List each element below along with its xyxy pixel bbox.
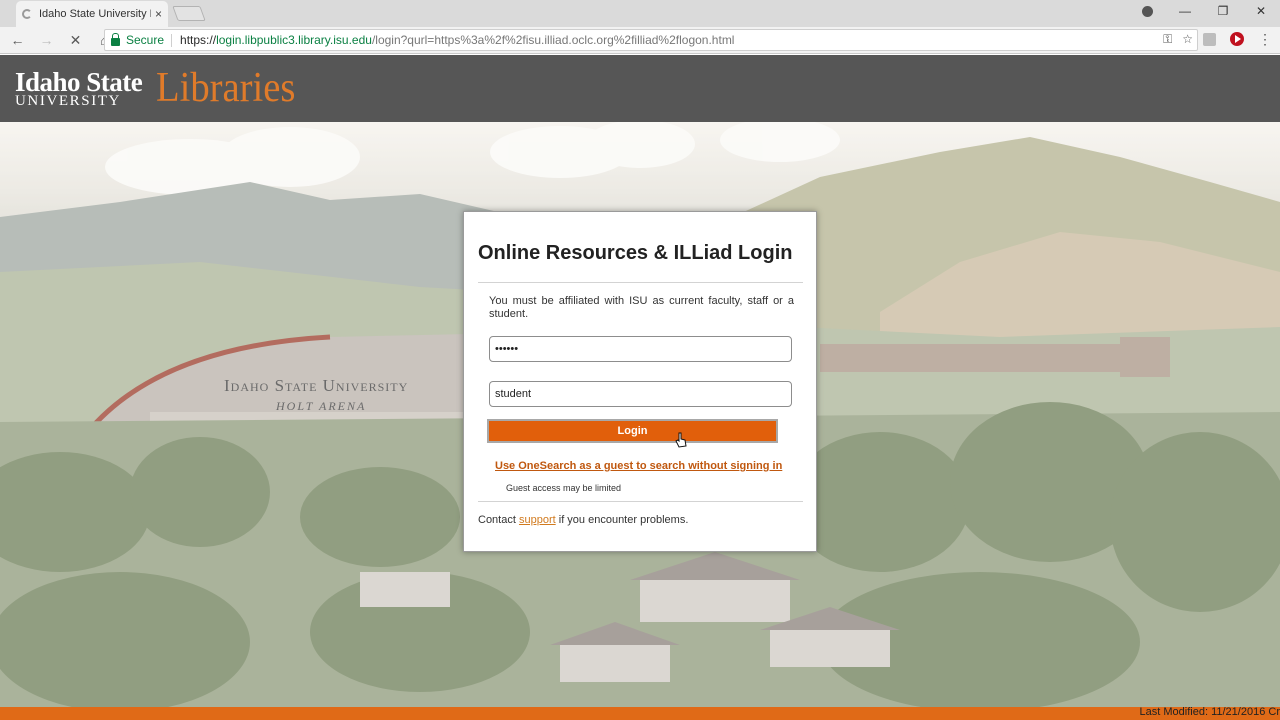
hand-cursor-icon xyxy=(675,432,687,448)
lock-icon xyxy=(111,32,120,46)
stop-loading-button[interactable]: ✕ xyxy=(64,32,87,49)
footer-divider xyxy=(478,501,803,502)
profile-button[interactable] xyxy=(1128,5,1166,17)
url-scheme: https:// xyxy=(180,33,217,47)
last-modified-text: Last Modified: 11/21/2016 Cr xyxy=(1139,706,1280,718)
arena-sign-title: Idaho State University xyxy=(224,376,409,395)
affiliation-notice: You must be affiliated with ISU as curre… xyxy=(489,295,794,320)
bookmark-star-icon[interactable]: ☆ xyxy=(1182,32,1193,47)
isu-libraries-logo[interactable]: Idaho State UNIVERSITY Libraries xyxy=(15,67,308,109)
new-tab-button[interactable] xyxy=(172,6,206,21)
browser-tab[interactable]: Idaho State University Lib × xyxy=(16,1,168,27)
libraries-wordmark: Libraries xyxy=(156,65,296,111)
contact-text: Contact support if you encounter problem… xyxy=(478,514,688,526)
video-extension-icon[interactable] xyxy=(1230,32,1244,46)
username-field[interactable]: student xyxy=(489,381,792,407)
username-value: student xyxy=(495,388,532,400)
site-header: Idaho State UNIVERSITY Libraries xyxy=(0,55,1280,122)
address-bar[interactable]: Secure https://login.libpublic3.library.… xyxy=(104,29,1198,51)
browser-toolbar: ← → ✕ ⌂ Secure https://login.libpublic3.… xyxy=(0,27,1280,54)
close-window-button[interactable]: ✕ xyxy=(1242,4,1280,18)
isu-wordmark: Idaho State UNIVERSITY xyxy=(15,67,143,109)
support-link[interactable]: support xyxy=(519,514,556,526)
loading-spinner-icon xyxy=(22,9,32,19)
browser-tab-strip: Idaho State University Lib × — ❐ ✕ xyxy=(0,0,1280,27)
back-button[interactable]: ← xyxy=(6,32,29,48)
login-title: Online Resources & ILLiad Login xyxy=(478,242,793,264)
guest-access-note: Guest access may be limited xyxy=(506,483,622,493)
forward-button[interactable]: → xyxy=(35,32,58,48)
login-panel: Online Resources & ILLiad Login You must… xyxy=(463,211,817,552)
arena-sign-subtitle: HOLT ARENA xyxy=(276,399,367,413)
contact-suffix: if you encounter problems. xyxy=(558,514,689,526)
key-icon[interactable]: ⚿ xyxy=(1163,32,1172,47)
profile-icon xyxy=(1141,5,1153,17)
browser-menu-icon[interactable]: ⋮ xyxy=(1258,32,1272,46)
tab-title: Idaho State University Lib xyxy=(39,8,151,20)
title-divider xyxy=(478,282,803,283)
url-text[interactable]: https://login.libpublic3.library.isu.edu… xyxy=(180,33,734,47)
extension-area: ⋮ xyxy=(1203,32,1272,46)
login-button[interactable]: Login xyxy=(487,419,778,443)
url-host: login.libpublic3.library.isu.edu xyxy=(216,33,372,47)
footer-bar xyxy=(0,707,1280,720)
secure-label: Secure xyxy=(126,33,165,47)
omnibox-actions: ⚿ ☆ xyxy=(1163,32,1193,47)
password-value: •••••• xyxy=(495,343,519,355)
minimize-button[interactable]: — xyxy=(1166,4,1204,18)
password-field[interactable]: •••••• xyxy=(489,336,792,362)
guest-onesearch-link[interactable]: Use OneSearch as a guest to search witho… xyxy=(495,460,782,472)
url-path: /login?qurl=https%3a%2f%2fisu.illiad.ocl… xyxy=(371,33,735,47)
contact-prefix: Contact xyxy=(478,514,516,526)
logo-line-1: Idaho State xyxy=(15,67,143,97)
tab-close-icon[interactable]: × xyxy=(155,7,162,21)
omnibox-divider xyxy=(171,33,173,47)
window-controls: — ❐ ✕ xyxy=(1128,0,1280,22)
restore-button[interactable]: ❐ xyxy=(1204,4,1242,18)
extension-icon[interactable] xyxy=(1203,32,1216,46)
